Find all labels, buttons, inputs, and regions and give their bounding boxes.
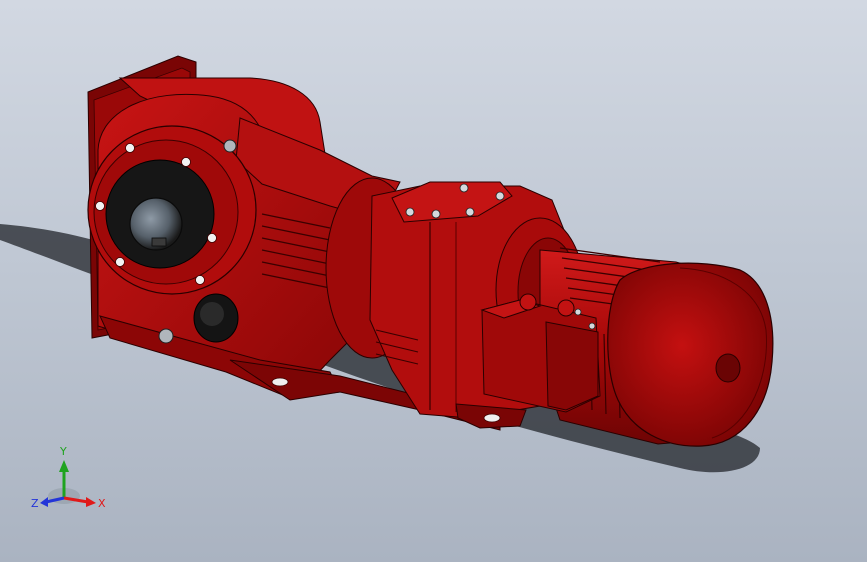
inspection-plug[interactable] xyxy=(193,293,239,343)
fan-cover[interactable] xyxy=(607,262,774,447)
graphics-viewport[interactable]: Y X Z xyxy=(0,0,867,562)
coordinate-triad[interactable]: Y X Z xyxy=(28,440,110,522)
y-axis-label: Y xyxy=(59,445,67,458)
x-axis-label: X xyxy=(98,497,106,510)
model-view[interactable] xyxy=(0,0,867,562)
z-axis-label: Z xyxy=(31,497,39,510)
